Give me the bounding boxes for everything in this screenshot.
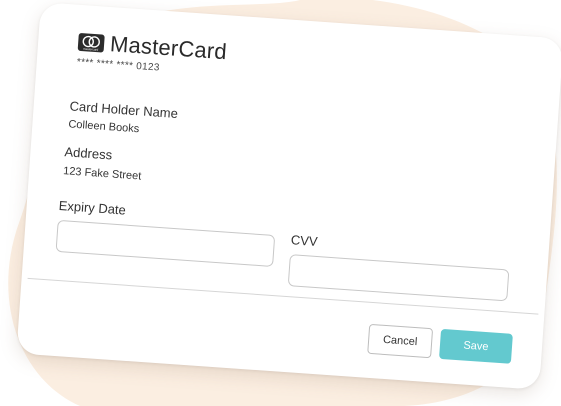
- payment-card-form: mastercard MasterCard **** **** **** 012…: [16, 2, 561, 390]
- card-content: mastercard MasterCard **** **** **** 012…: [27, 22, 539, 368]
- save-button[interactable]: Save: [439, 328, 513, 364]
- address-value: 123 Fake Street: [62, 165, 142, 183]
- cancel-button[interactable]: Cancel: [367, 323, 434, 359]
- address-label: Address: [64, 144, 113, 163]
- mastercard-logo-icon: mastercard: [77, 32, 105, 53]
- logo-wordmark: mastercard: [83, 47, 99, 52]
- cvv-label: CVV: [290, 232, 319, 250]
- card-holder-label: Card Holder Name: [69, 98, 179, 121]
- stage: mastercard MasterCard **** **** **** 012…: [0, 0, 561, 406]
- cvv-input[interactable]: [287, 254, 510, 302]
- expiry-date-input[interactable]: [55, 219, 276, 267]
- card-holder-value: Colleen Books: [68, 118, 140, 136]
- expiry-date-label: Expiry Date: [58, 197, 127, 218]
